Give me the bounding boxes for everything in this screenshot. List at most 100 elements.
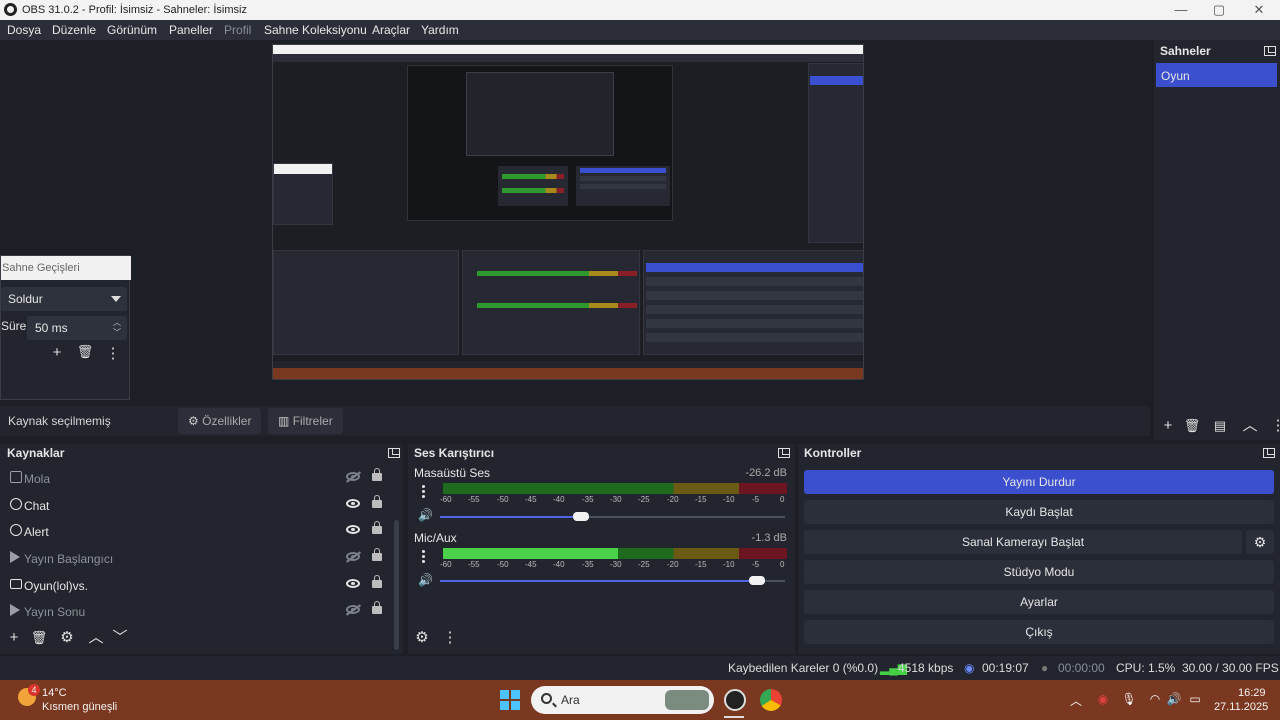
remove-scene-button[interactable]: 🗑 — [1182, 416, 1202, 436]
source-toolbar: Kaynak seçilmemiş ⚙ Özellikler ▥ Filtrel… — [0, 406, 1150, 436]
mixer-menu-button[interactable]: ⋮ — [440, 628, 460, 648]
chevron-up-icon[interactable]: ︿ — [1068, 692, 1084, 708]
scene-item-oyun[interactable]: Oyun — [1156, 63, 1277, 87]
source-item-yayin-sonu[interactable]: Yayın Sonu — [8, 599, 388, 625]
source-item-oyun-lol[interactable]: Oyun(lol)vs. — [8, 573, 388, 599]
properties-button[interactable]: ⚙ Özellikler — [178, 408, 262, 434]
scale-tick-label: -35 — [582, 560, 594, 569]
stop-streaming-button[interactable]: Yayını Durdur — [804, 470, 1274, 494]
windows-start-icon[interactable] — [500, 690, 520, 710]
scene-filters-button[interactable]: ▤ — [1210, 416, 1230, 436]
undock-icon[interactable] — [1264, 46, 1276, 56]
menu-profil[interactable]: Profil — [224, 23, 251, 37]
volume-slider[interactable] — [440, 576, 785, 585]
exit-button[interactable]: Çıkış — [804, 620, 1274, 644]
taskbar-search[interactable]: Ara — [531, 686, 714, 714]
scale-tick-label: -30 — [610, 560, 622, 569]
battery-icon[interactable]: ▭ — [1187, 692, 1203, 708]
close-button[interactable]: ✕ — [1240, 0, 1278, 20]
menu-araclar[interactable]: Araçlar — [372, 23, 410, 37]
preview-nested-scene — [407, 65, 673, 221]
volume-icon[interactable]: 🔊 — [1166, 692, 1182, 708]
mixer-title: Ses Karıştırıcı — [414, 446, 495, 460]
chrome-icon[interactable] — [760, 689, 782, 711]
visibility-toggle-hidden[interactable] — [346, 472, 360, 481]
lock-icon[interactable] — [372, 548, 382, 561]
add-scene-button[interactable]: + — [1158, 416, 1178, 436]
transition-type-select[interactable]: Soldur — [1, 287, 127, 311]
speaker-icon[interactable]: 🔊 — [418, 508, 433, 522]
move-scene-up-button[interactable]: ︿ — [1240, 416, 1260, 436]
settings-button[interactable]: Ayarlar — [804, 590, 1274, 614]
menu-paneller[interactable]: Paneller — [169, 23, 213, 37]
virtual-camera-gear-icon[interactable]: ⚙ — [1246, 530, 1274, 554]
filters-button[interactable]: ▥ Filtreler — [268, 408, 343, 434]
source-properties-gear-icon[interactable]: ⚙ — [57, 628, 77, 648]
record-tray-icon[interactable]: ◉ — [1095, 692, 1111, 708]
rec-time: 00:00:00 — [1058, 661, 1105, 675]
microphone-icon[interactable]: 🎙 — [1121, 692, 1137, 708]
channel-menu-icon[interactable] — [422, 485, 426, 499]
lock-icon[interactable] — [372, 521, 382, 534]
spin-down-icon[interactable]: ﹀ — [113, 327, 121, 338]
source-item-mola[interactable]: Mola — [8, 466, 388, 492]
scale-tick-label: -20 — [667, 495, 679, 504]
active-indicator — [724, 716, 744, 718]
source-item-yayin-baslangici[interactable]: Yayın Başlangıcı — [8, 546, 388, 572]
duration-spinbox[interactable]: 50 ms ︿ ﹀ — [27, 316, 127, 340]
speaker-icon[interactable]: 🔊 — [418, 573, 433, 587]
add-transition-button[interactable]: + — [47, 344, 67, 364]
scale-tick-label: -60 — [440, 560, 452, 569]
undock-icon[interactable] — [388, 448, 400, 458]
menu-duzenle[interactable]: Düzenle — [52, 23, 96, 37]
fps: 30.00 / 30.00 FPS — [1182, 661, 1279, 675]
source-item-alert[interactable]: Alert — [8, 519, 388, 545]
source-item-chat[interactable]: Chat — [8, 493, 388, 519]
lock-icon[interactable] — [372, 468, 382, 481]
menu-yardim[interactable]: Yardım — [421, 23, 459, 37]
duration-label: Süre — [1, 319, 27, 333]
menu-sahne-koleksiyonu[interactable]: Sahne Koleksiyonu — [264, 23, 367, 37]
minimize-button[interactable]: — — [1162, 0, 1200, 20]
lock-icon[interactable] — [372, 495, 382, 508]
lock-icon[interactable] — [372, 575, 382, 588]
undock-icon[interactable] — [778, 448, 790, 458]
channel-menu-icon[interactable] — [422, 550, 426, 564]
lock-icon[interactable] — [372, 601, 382, 614]
visibility-toggle-visible[interactable] — [346, 499, 360, 508]
sources-scrollbar[interactable] — [394, 520, 399, 650]
obs-taskbar-icon[interactable] — [724, 689, 746, 711]
start-virtual-camera-button[interactable]: Sanal Kamerayı Başlat — [804, 530, 1242, 554]
volume-slider[interactable] — [440, 512, 785, 521]
clock-time[interactable]: 16:29 — [1238, 687, 1266, 699]
remove-transition-button[interactable]: 🗑 — [75, 344, 95, 364]
program-preview[interactable] — [272, 44, 864, 380]
move-source-up-button[interactable]: ︿ — [86, 628, 106, 648]
controls-dock: Kontroller Yayını Durdur Kaydı Başlat Sa… — [798, 444, 1280, 654]
visibility-toggle-visible[interactable] — [346, 525, 360, 534]
wifi-icon[interactable]: ◠ — [1147, 692, 1163, 708]
add-source-button[interactable]: + — [4, 628, 24, 648]
transition-menu-button[interactable]: ⋮ — [103, 344, 123, 364]
audio-mixer-dock: Ses Karıştırıcı Masaüstü Ses -26.2 dB -6… — [408, 444, 795, 654]
undock-icon[interactable] — [1263, 448, 1275, 458]
remove-source-button[interactable]: 🗑 — [29, 628, 49, 648]
start-recording-button[interactable]: Kaydı Başlat — [804, 500, 1274, 524]
scene-menu-button[interactable]: ⋮ — [1268, 416, 1280, 436]
menu-gorunum[interactable]: Görünüm — [107, 23, 157, 37]
meter-scale: -60 -55 -50 -45 -40 -35 -30 -25 -20 -15 -10 -5 0 — [438, 495, 794, 507]
controls-title: Kontroller — [804, 446, 862, 460]
preview-nested-mixer — [498, 166, 568, 206]
visibility-toggle-hidden[interactable] — [346, 605, 360, 614]
channel-db: -1.3 dB — [751, 532, 787, 544]
clock-date[interactable]: 27.11.2025 — [1214, 701, 1268, 713]
studio-mode-button[interactable]: Stüdyo Modu — [804, 560, 1274, 584]
visibility-toggle-hidden[interactable] — [346, 552, 360, 561]
maximize-button[interactable]: ▢ — [1200, 0, 1238, 20]
menu-dosya[interactable]: Dosya — [7, 23, 41, 37]
scale-tick-label: -40 — [553, 560, 565, 569]
advanced-audio-gear-icon[interactable]: ⚙ — [412, 628, 432, 648]
preview-mini-transitions — [273, 163, 333, 225]
visibility-toggle-visible[interactable] — [346, 579, 360, 588]
move-source-down-button[interactable]: ﹀ — [110, 628, 130, 648]
